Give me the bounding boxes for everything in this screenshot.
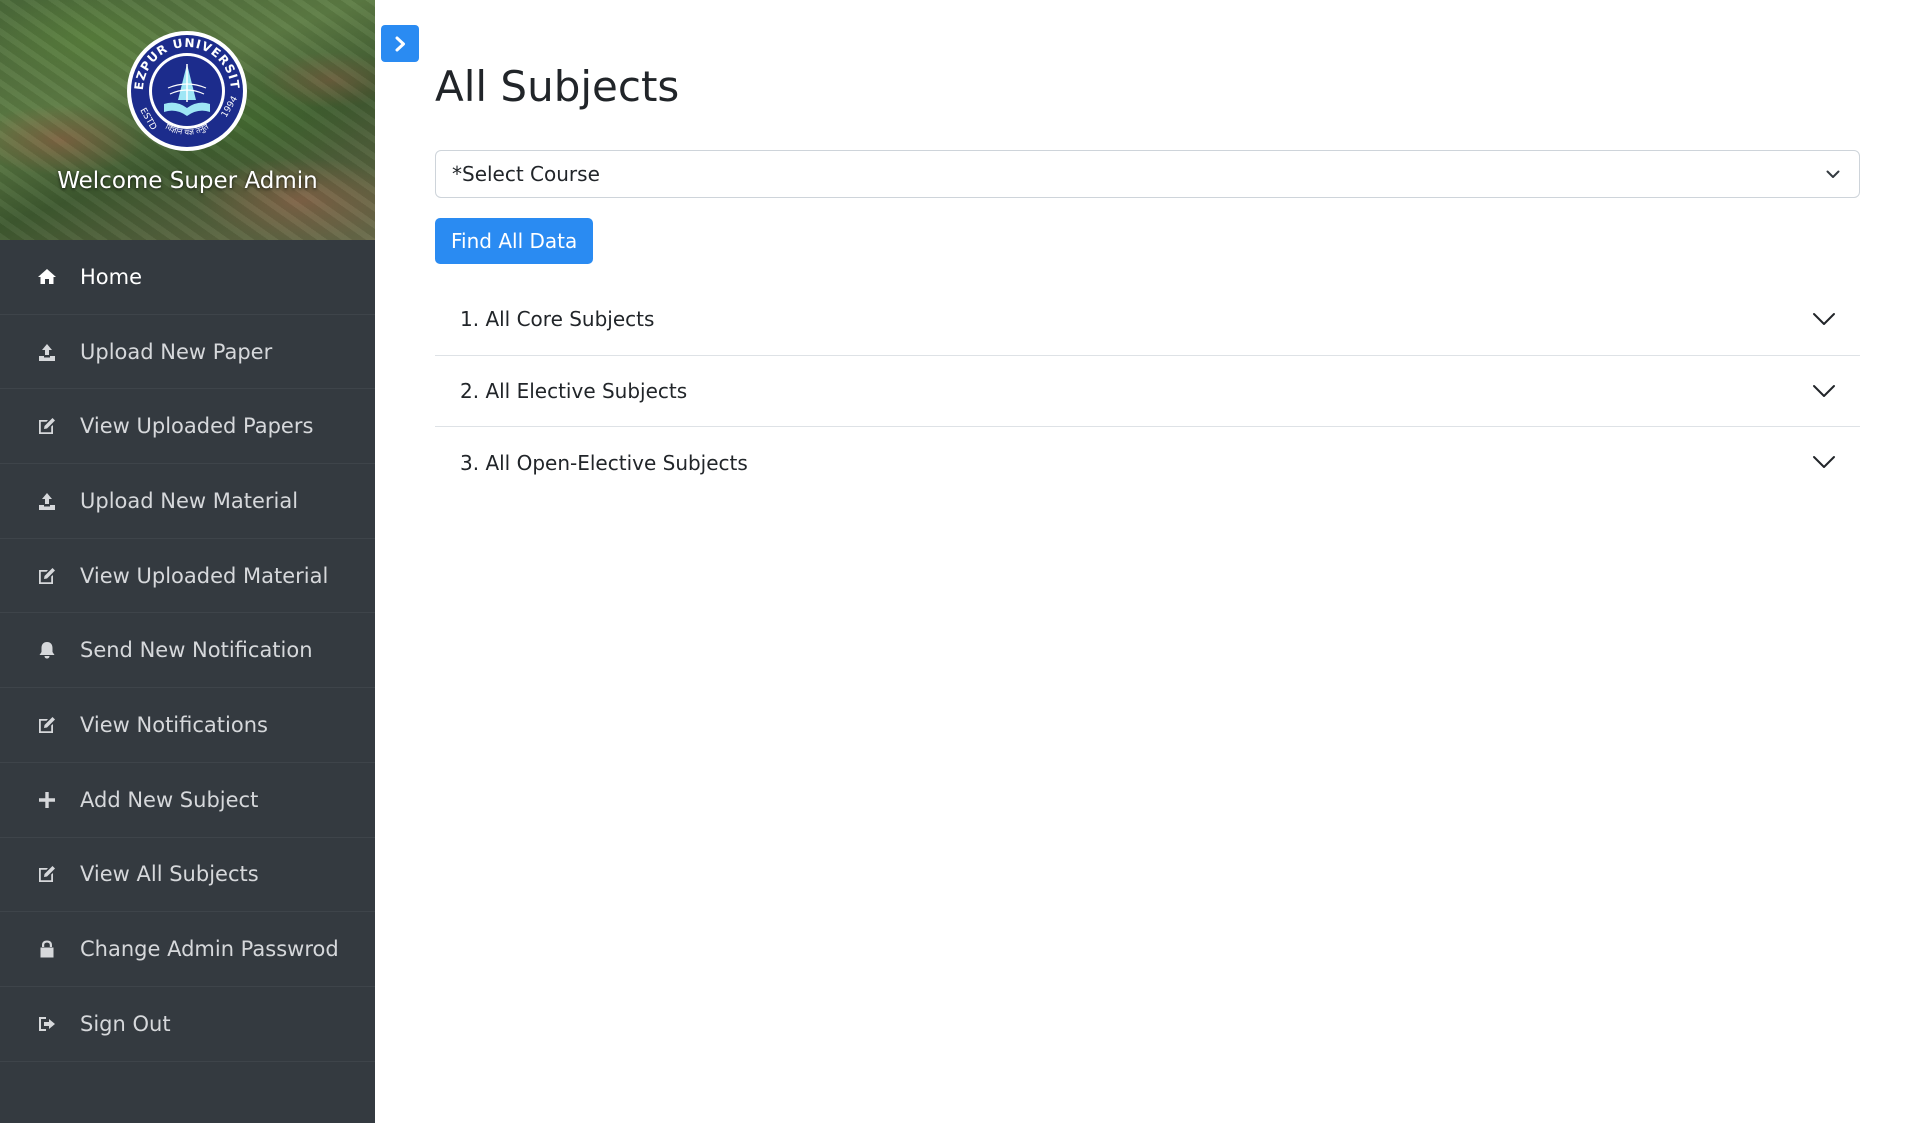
accordion-item-elective-subjects[interactable]: 2. All Elective Subjects	[435, 356, 1860, 427]
course-select[interactable]: *Select Course	[435, 150, 1860, 198]
sidebar-item-view-all-subjects[interactable]: View All Subjects	[0, 838, 375, 913]
accordion-item-label: 3. All Open-Elective Subjects	[460, 450, 748, 475]
sidebar-item-send-new-notification[interactable]: Send New Notification	[0, 613, 375, 689]
chevron-right-icon	[395, 36, 405, 51]
university-logo: TEZPUR UNIVERSITY 1994 ESTD विज्ञानं यज्…	[126, 30, 247, 151]
upload-icon	[36, 490, 58, 512]
sidebar-item-view-uploaded-papers[interactable]: View Uploaded Papers	[0, 389, 375, 465]
upload-icon	[36, 341, 58, 363]
sidebar-header: TEZPUR UNIVERSITY 1994 ESTD विज्ञानं यज्…	[0, 0, 375, 240]
chevron-down-icon	[1813, 313, 1835, 325]
chevron-down-icon	[1813, 456, 1835, 468]
edit-icon	[36, 863, 58, 885]
edit-icon	[36, 415, 58, 437]
accordion-item-label: 1. All Core Subjects	[460, 307, 655, 332]
sidebar-item-label: View Notifications	[80, 712, 268, 737]
sidebar-item-label: Send New Notification	[80, 638, 313, 663]
sidebar-item-label: Upload New Paper	[80, 339, 273, 364]
sidebar-item-sign-out[interactable]: Sign Out	[0, 987, 375, 1062]
sidebar-item-view-notifications[interactable]: View Notifications	[0, 688, 375, 763]
home-icon	[36, 266, 58, 288]
welcome-text: Welcome Super Admin	[57, 168, 318, 194]
find-all-data-button[interactable]: Find All Data	[435, 218, 594, 264]
page-title: All Subjects	[435, 62, 680, 111]
accordion-item-core-subjects[interactable]: 1. All Core Subjects	[435, 284, 1860, 356]
sidebar-item-label: Add New Subject	[80, 787, 259, 812]
chevron-down-icon	[1826, 170, 1840, 178]
accordion-item-label: 2. All Elective Subjects	[460, 378, 688, 403]
sidebar-toggle-button[interactable]	[381, 25, 419, 62]
sidebar-item-label: Home	[80, 264, 143, 289]
sidebar-item-change-admin-password[interactable]: Change Admin Passwrod	[0, 912, 375, 987]
lock-icon	[36, 938, 58, 960]
sidebar-item-label: View Uploaded Material	[80, 563, 329, 588]
sidebar-item-upload-new-material[interactable]: Upload New Material	[0, 464, 375, 539]
edit-icon	[36, 565, 58, 587]
sidebar-item-label: Change Admin Passwrod	[80, 937, 339, 962]
sidebar-nav: Home Upload New Paper View Uploaded Pape…	[0, 240, 375, 1062]
sidebar-item-label: View All Subjects	[80, 862, 259, 887]
sign-out-icon	[36, 1013, 58, 1035]
sidebar-item-upload-new-paper[interactable]: Upload New Paper	[0, 315, 375, 390]
sidebar-item-label: Sign Out	[80, 1011, 171, 1036]
course-select-value: *Select Course	[452, 162, 600, 186]
sidebar-item-home[interactable]: Home	[0, 240, 375, 315]
subjects-accordion: 1. All Core Subjects 2. All Elective Sub…	[435, 284, 1860, 499]
sidebar: TEZPUR UNIVERSITY 1994 ESTD विज्ञानं यज्…	[0, 0, 375, 1123]
chevron-down-icon	[1813, 384, 1835, 397]
accordion-item-open-elective-subjects[interactable]: 3. All Open-Elective Subjects	[435, 427, 1860, 499]
sidebar-item-add-new-subject[interactable]: Add New Subject	[0, 763, 375, 838]
bell-icon	[36, 639, 58, 661]
plus-icon	[36, 789, 58, 811]
sidebar-item-label: View Uploaded Papers	[80, 414, 314, 439]
edit-icon	[36, 714, 58, 736]
sidebar-item-label: Upload New Material	[80, 488, 299, 513]
sidebar-item-view-uploaded-material[interactable]: View Uploaded Material	[0, 539, 375, 614]
